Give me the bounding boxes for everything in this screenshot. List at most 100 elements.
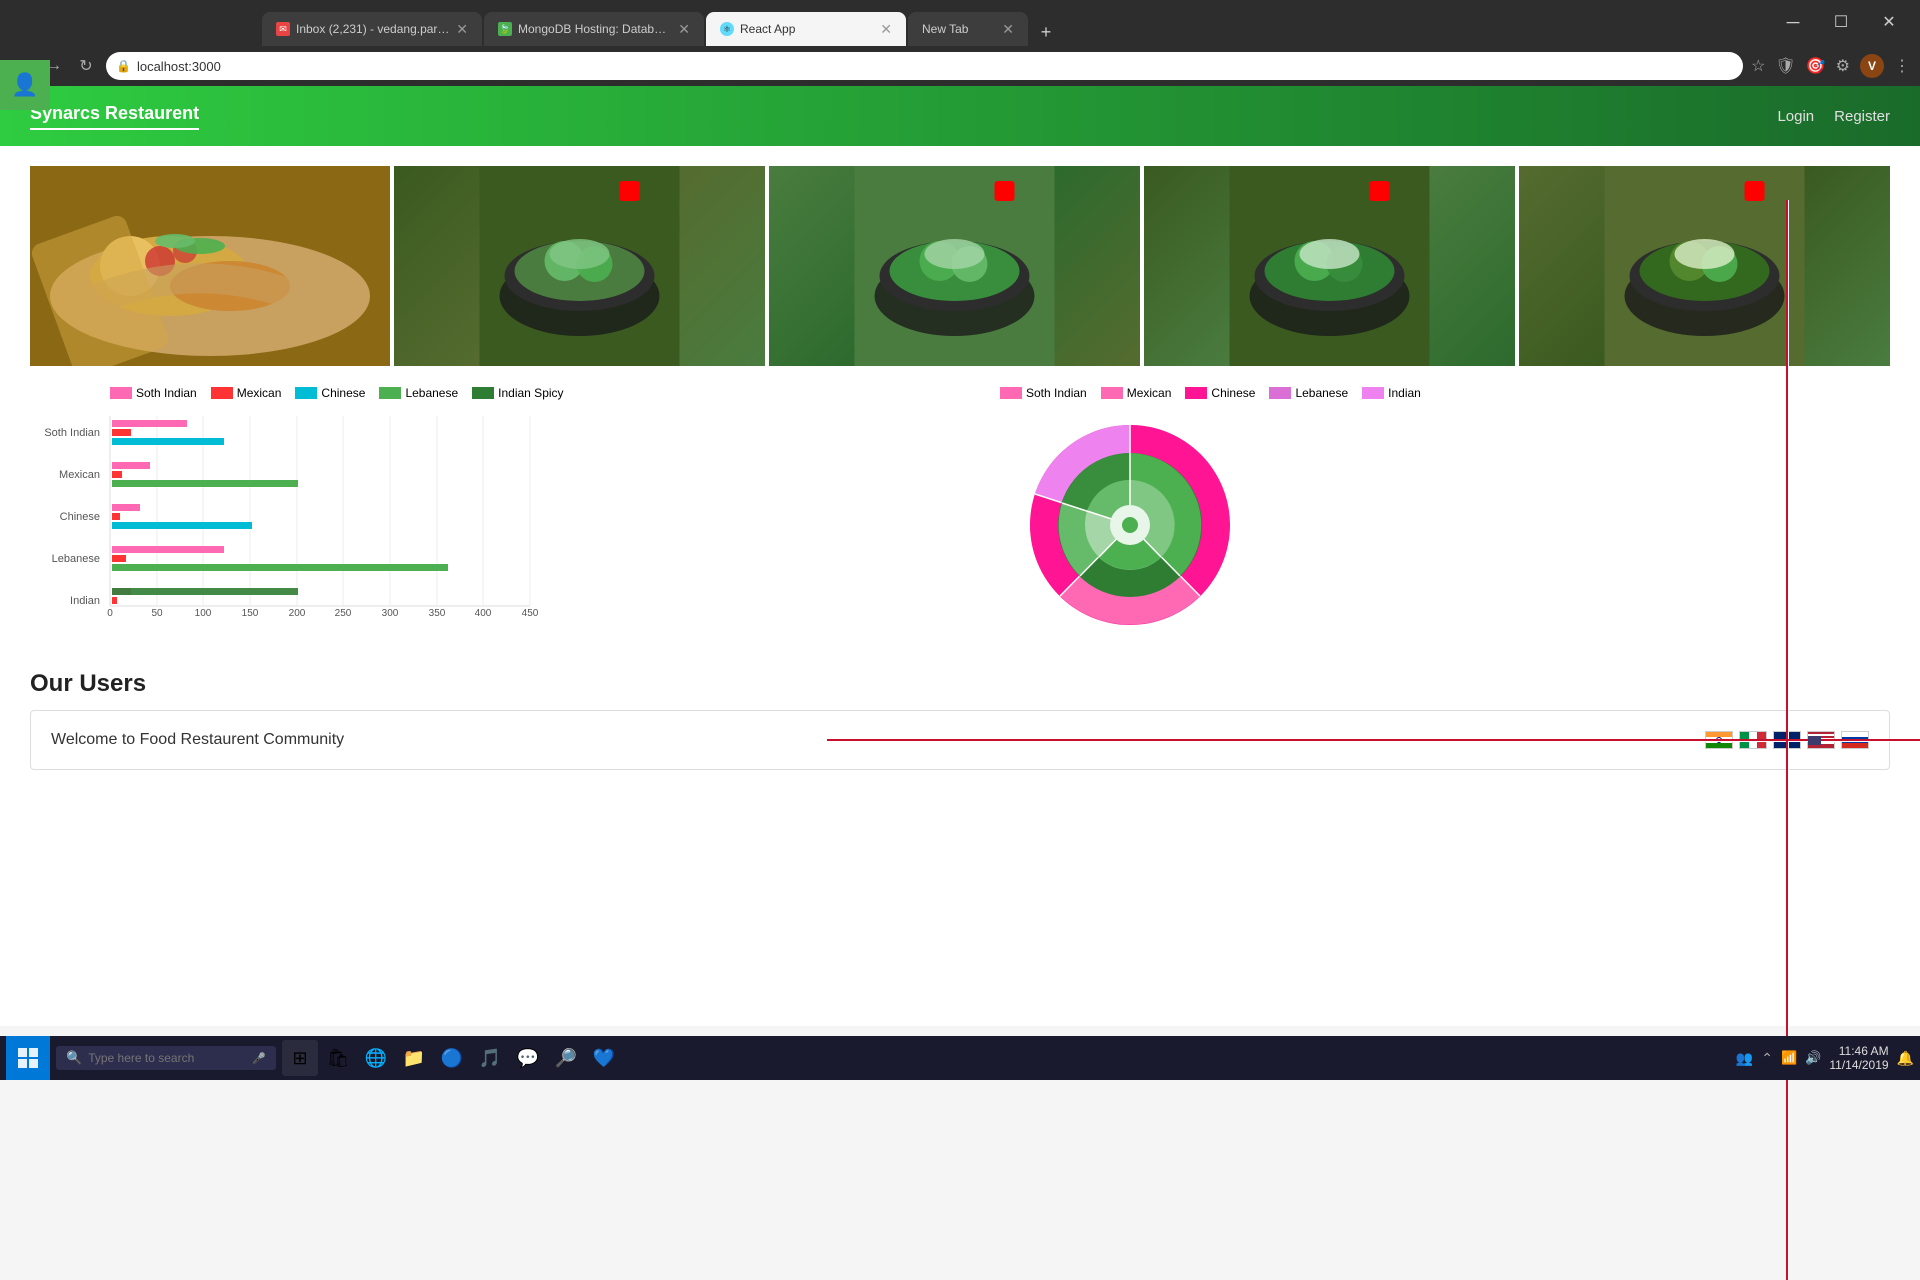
legend-soth-indian-color (110, 387, 132, 399)
new-tab-button[interactable]: + (1032, 18, 1060, 46)
taskbar-network-icon[interactable]: 📶 (1781, 1050, 1797, 1066)
tab-newtab-close[interactable]: ✕ (1002, 21, 1014, 38)
donut-chart-section: Soth Indian Mexican Chinese Lebanese Ind… (960, 386, 1900, 640)
food-image-2-svg (394, 166, 765, 366)
legend-lebanese: Lebanese (379, 386, 458, 400)
taskbar-slack[interactable]: 💬 (510, 1040, 546, 1076)
menu-icon[interactable]: ⋮ (1894, 56, 1910, 76)
food-image-3-svg (769, 166, 1140, 366)
users-card: Welcome to Food Restaurent Community (30, 710, 1890, 770)
svg-text:50: 50 (151, 608, 163, 619)
maximize-button[interactable]: ☐ (1818, 6, 1864, 38)
address-bar[interactable]: 🔒 localhost:3000 (106, 52, 1743, 80)
svg-text:250: 250 (335, 608, 352, 619)
taskbar-spotify[interactable]: 🎵 (472, 1040, 508, 1076)
taskbar-vscode[interactable]: 💙 (586, 1040, 622, 1076)
flag-icons (1705, 731, 1869, 749)
taskbar-date: 11/14/2019 (1829, 1058, 1888, 1072)
register-link[interactable]: Register (1834, 108, 1890, 125)
donut-legend-mexican: Mexican (1101, 386, 1172, 400)
tab-react-close[interactable]: ✕ (880, 21, 892, 38)
reload-button[interactable]: ↻ (74, 54, 98, 78)
close-button[interactable]: ✕ (1866, 6, 1912, 38)
food-image-5-svg (1519, 166, 1890, 366)
legend-indian-spicy-color (472, 387, 494, 399)
login-link[interactable]: Login (1777, 108, 1814, 125)
taskbar-notification-icon[interactable]: 🔔 (1897, 1050, 1914, 1067)
svg-text:Mexican: Mexican (59, 469, 100, 481)
taskbar-system-area: 👥 ⌃ 📶 🔊 11:46 AM 11/14/2019 🔔 (1736, 1044, 1914, 1072)
gallery-image-2 (394, 166, 765, 366)
users-title: Our Users (30, 670, 1890, 698)
svg-text:400: 400 (475, 608, 492, 619)
donut-legend-soth: Soth Indian (1000, 386, 1087, 400)
profile-icon[interactable]: V (1860, 54, 1884, 78)
legend-soth-indian: Soth Indian (110, 386, 197, 400)
taskbar-search[interactable]: 🔍 🎤 (56, 1046, 276, 1070)
legend-indian-spicy-label: Indian Spicy (498, 386, 563, 400)
legend-soth-indian-label: Soth Indian (136, 386, 197, 400)
taskbar-lens[interactable]: 🔎 (548, 1040, 584, 1076)
svg-text:200: 200 (289, 608, 306, 619)
svg-text:Chinese: Chinese (60, 511, 100, 523)
donut-legend-lebanese: Lebanese (1269, 386, 1348, 400)
donut-legend-indian: Indian (1362, 386, 1421, 400)
food-image-4-svg (1144, 166, 1515, 366)
tab-email-title: Inbox (2,231) - vedang.parasnis... (296, 22, 450, 36)
taskbar-up-arrow[interactable]: ⌃ (1761, 1050, 1773, 1067)
browser-controls: ← → ↻ 🔒 localhost:3000 ☆ 🛡 🎯 ⚙ V ⋮ (0, 46, 1920, 86)
tab-mongodb-close[interactable]: ✕ (678, 21, 690, 38)
bar-chart-legend: Soth Indian Mexican Chinese Lebanese Ind… (20, 386, 920, 400)
legend-mexican: Mexican (211, 386, 282, 400)
gallery-image-4 (1144, 166, 1515, 366)
tab-email[interactable]: ✉ Inbox (2,231) - vedang.parasnis... ✕ (262, 12, 482, 46)
app-wrapper: Synarcs Restaurent Login Register 👤 (0, 86, 1920, 1026)
svg-text:0: 0 (107, 608, 113, 619)
tab-newtab[interactable]: New Tab ✕ (908, 12, 1028, 46)
flag-uk (1773, 731, 1801, 749)
svg-text:Indian: Indian (70, 595, 100, 607)
tab-react[interactable]: ⚛ React App ✕ (706, 12, 906, 46)
users-welcome-text: Welcome to Food Restaurent Community (51, 731, 344, 749)
minimize-button[interactable]: ─ (1770, 6, 1816, 38)
tab-email-close[interactable]: ✕ (456, 21, 468, 38)
legend-chinese-label: Chinese (321, 386, 365, 400)
donut-legend-mexican-label: Mexican (1127, 386, 1172, 400)
taskbar-time: 11:46 AM (1839, 1044, 1889, 1058)
taskbar-store[interactable]: 🛍 (320, 1040, 356, 1076)
extension-icon-1[interactable]: 🛡 (1775, 56, 1795, 76)
taskbar-search-icon: 🔍 (66, 1050, 82, 1066)
svg-text:Soth Indian: Soth Indian (44, 427, 100, 439)
taskbar-explorer[interactable]: 📁 (396, 1040, 432, 1076)
taskbar-task-view[interactable]: ⊞ (282, 1040, 318, 1076)
taskbar-clock: 11:46 AM 11/14/2019 (1829, 1044, 1888, 1072)
taskbar-search-input[interactable] (88, 1051, 246, 1065)
taskbar-sound-icon[interactable]: 🔊 (1805, 1050, 1821, 1066)
extension-icon-3[interactable]: ⚙ (1836, 56, 1850, 76)
extension-icon-2[interactable]: 🎯 (1806, 56, 1826, 76)
legend-mexican-color (211, 387, 233, 399)
taskbar-people-icon[interactable]: 👥 (1736, 1050, 1753, 1067)
gallery-image-3 (769, 166, 1140, 366)
donut-chart-legend: Soth Indian Mexican Chinese Lebanese Ind… (1000, 386, 1421, 400)
tab-newtab-title: New Tab (922, 22, 996, 36)
donut-legend-soth-label: Soth Indian (1026, 386, 1087, 400)
legend-indian-spicy: Indian Spicy (472, 386, 563, 400)
donut-legend-lebanese-label: Lebanese (1295, 386, 1348, 400)
taskbar-app-icons: ⊞ 🛍 🌐 📁 🔵 🎵 💬 🔎 💙 (282, 1040, 622, 1076)
svg-text:300: 300 (382, 608, 399, 619)
taskbar-chrome[interactable]: 🔵 (434, 1040, 470, 1076)
legend-mexican-label: Mexican (237, 386, 282, 400)
navbar-brand: Synarcs Restaurent (30, 103, 199, 130)
bar-chart-svg: Soth Indian Mexican Chinese Lebanese Ind… (20, 406, 540, 616)
navbar-links: Login Register (1777, 108, 1890, 125)
legend-chinese: Chinese (295, 386, 365, 400)
start-button[interactable] (6, 1036, 50, 1080)
taskbar-edge[interactable]: 🌐 (358, 1040, 394, 1076)
taskbar: 🔍 🎤 ⊞ 🛍 🌐 📁 🔵 🎵 💬 🔎 💙 👥 ⌃ 📶 🔊 11:46 AM 1… (0, 1036, 1920, 1080)
svg-text:350: 350 (429, 608, 446, 619)
tab-mongodb[interactable]: 🍃 MongoDB Hosting: Database-as... ✕ (484, 12, 704, 46)
user-sidebar-button[interactable]: 👤 (0, 60, 50, 110)
bookmark-icon[interactable]: ☆ (1751, 56, 1765, 76)
users-section: Our Users Welcome to Food Restaurent Com… (0, 650, 1920, 790)
